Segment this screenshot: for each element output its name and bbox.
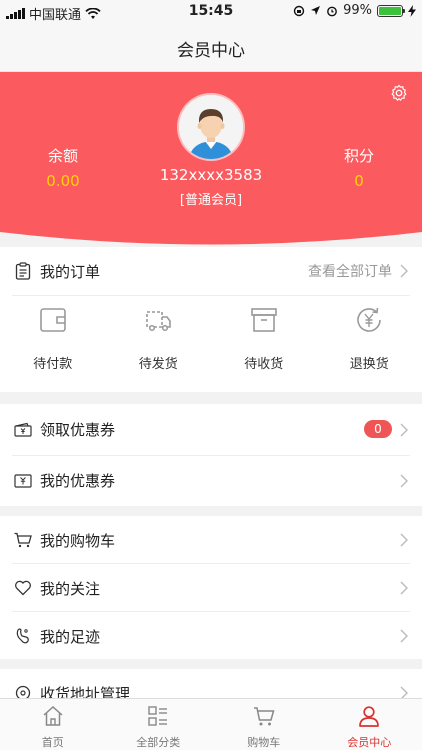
cart-icon [253, 707, 275, 726]
alarm-icon [327, 6, 337, 16]
my-follow-row[interactable]: 我的关注 [0, 564, 422, 612]
coupon-count-badge: 0 [364, 420, 392, 438]
avatar[interactable] [179, 95, 243, 159]
avatar-image [179, 95, 243, 159]
get-coupon-label: 领取优惠券 [40, 421, 116, 439]
cart-icon [14, 532, 32, 548]
order-pending-shipment-label: 待发货 [138, 357, 178, 372]
tab-cart-label: 购物车 [247, 736, 281, 749]
my-footprint-label: 我的足迹 [40, 627, 101, 646]
order-return-exchange[interactable]: 退换货 [317, 305, 422, 372]
category-icon [148, 706, 168, 726]
status-bar: 中国联通 15:45 99% [0, 0, 422, 24]
my-orders-row[interactable]: 我的订单 查看全部订单 [0, 247, 422, 295]
my-orders-label: 我的订单 [40, 262, 101, 281]
coupon-icon [14, 473, 32, 488]
location-icon [311, 6, 321, 15]
points-label: 积分 [343, 147, 374, 165]
order-pending-receipt[interactable]: 待收货 [211, 305, 317, 372]
profile-header: 余额 0.00 132xxxx3583 [普通会员] 积分 0 [0, 72, 422, 247]
view-all-orders-link[interactable]: 查看全部订单 [308, 261, 392, 281]
points-stat[interactable]: 积分 0 [319, 145, 399, 190]
my-coupons-row[interactable]: 我的优惠券 [0, 455, 422, 506]
tab-home-label: 首页 [41, 736, 64, 749]
my-follow-label: 我的关注 [40, 579, 101, 598]
order-return-exchange-label: 退换货 [349, 357, 389, 372]
chevron-right-icon [400, 629, 408, 643]
chevron-right-icon [400, 264, 408, 278]
tab-member-center[interactable]: 会员中心 [317, 699, 422, 750]
chevron-right-icon [400, 581, 408, 595]
box-icon [250, 308, 277, 332]
user-icon [359, 706, 380, 727]
footprint-icon [16, 628, 29, 644]
member-level: [普通会员] [179, 193, 243, 208]
clipboard-icon [15, 262, 31, 280]
orders-card: 我的订单 查看全部订单 待付款 待发货 待收货 退换货 [0, 247, 422, 392]
status-right: 99% [293, 3, 416, 18]
order-pending-payment[interactable]: 待付款 [0, 305, 106, 372]
chevron-right-icon [400, 474, 408, 488]
order-pending-receipt-label: 待收货 [244, 357, 284, 372]
tab-categories-label: 全部分类 [136, 736, 181, 749]
nav-bar: 会员中心 [0, 24, 422, 72]
coupons-card: 领取优惠券 0 我的优惠券 [0, 404, 422, 506]
tab-categories[interactable]: 全部分类 [106, 699, 212, 750]
charging-icon [408, 4, 416, 17]
my-footprint-row[interactable]: 我的足迹 [0, 612, 422, 660]
coupon-ticket-icon [14, 422, 32, 437]
truck-icon [146, 311, 172, 332]
home-icon [43, 705, 63, 726]
rotation-lock-icon [293, 5, 305, 16]
tab-member-center-label: 会员中心 [347, 736, 392, 749]
heart-icon [15, 580, 31, 596]
order-status-list: 待付款 待发货 待收货 退换货 [0, 305, 422, 372]
my-cart-row[interactable]: 我的购物车 [0, 516, 422, 564]
wallet-icon [39, 308, 66, 332]
tab-home[interactable]: 首页 [0, 699, 106, 750]
get-coupon-row[interactable]: 领取优惠券 0 [0, 404, 422, 455]
page-title: 会员中心 [177, 41, 245, 61]
points-value: 0 [354, 172, 364, 190]
settings-gear-icon[interactable] [390, 84, 408, 102]
refund-icon [357, 307, 382, 332]
tab-cart[interactable]: 购物车 [211, 699, 317, 750]
order-pending-payment-label: 待付款 [33, 357, 73, 372]
my-cart-label: 我的购物车 [40, 531, 116, 550]
battery-percent: 99% [343, 3, 372, 18]
shopping-card: 我的购物车 我的关注 我的足迹 [0, 516, 422, 659]
divider [12, 295, 410, 296]
battery-icon [377, 4, 405, 17]
balance-label: 余额 [47, 147, 78, 165]
tab-bar: 首页 全部分类 购物车 会员中心 [0, 698, 422, 750]
chevron-right-icon [400, 533, 408, 547]
chevron-right-icon [400, 423, 408, 437]
my-coupons-label: 我的优惠券 [40, 472, 116, 490]
order-pending-shipment[interactable]: 待发货 [106, 305, 212, 372]
